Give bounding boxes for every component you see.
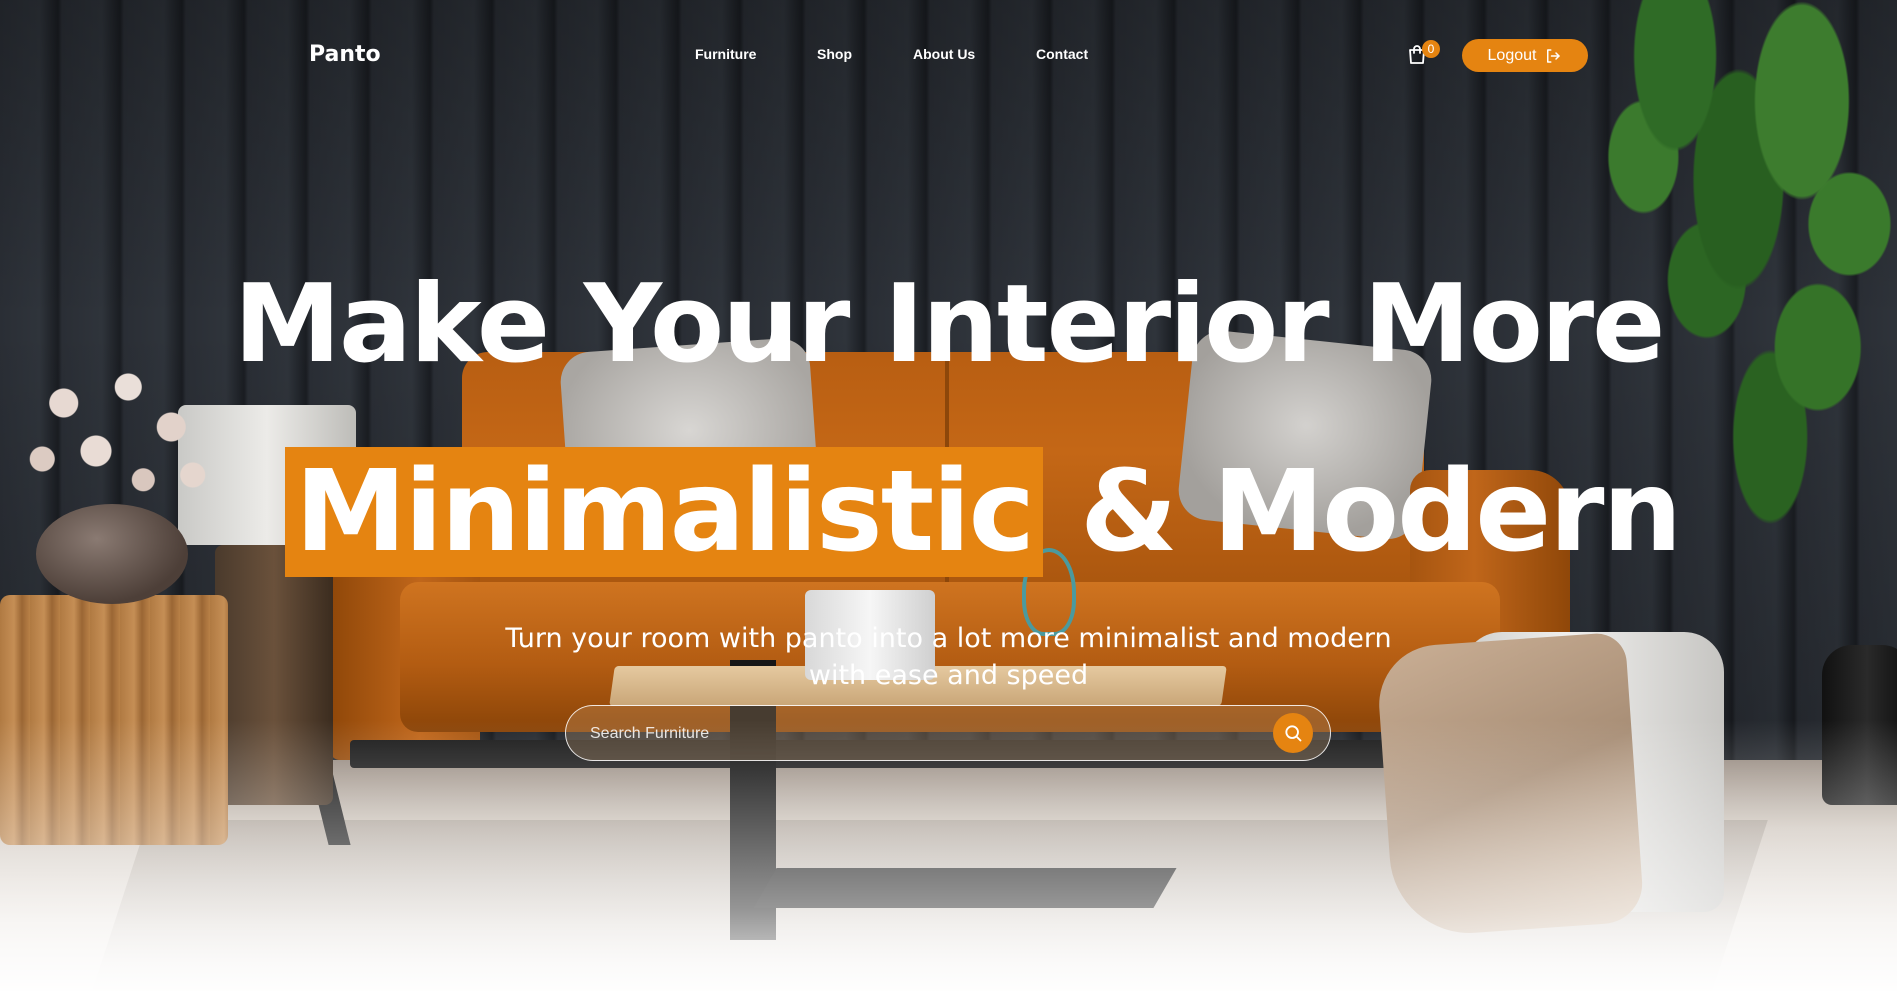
nav-link-shop[interactable]: Shop	[817, 46, 852, 62]
hero-subtitle: Turn your room with panto into a lot mor…	[0, 620, 1897, 694]
logout-label: Logout	[1487, 46, 1537, 64]
nav-link-furniture[interactable]: Furniture	[695, 46, 756, 62]
nav-link-contact[interactable]: Contact	[1036, 46, 1088, 62]
hero-subtitle-line2: with ease and speed	[808, 660, 1089, 691]
flower-pot	[36, 504, 188, 604]
search-button[interactable]	[1273, 713, 1313, 753]
search-icon	[1285, 725, 1302, 742]
logout-button[interactable]: Logout	[1462, 39, 1588, 72]
top-navbar: Panto Furniture Shop About Us Contact 0 …	[0, 0, 1897, 110]
logout-icon	[1547, 48, 1561, 63]
search-bar	[565, 705, 1331, 761]
hero-title-line1: Make Your Interior More	[233, 262, 1666, 387]
hero-subtitle-line1: Turn your room with panto into a lot mor…	[505, 623, 1392, 654]
hero-title-rest: & Modern	[1043, 447, 1682, 577]
cart-count-badge: 0	[1422, 40, 1440, 58]
nav-link-about-us[interactable]: About Us	[913, 46, 975, 62]
search-input[interactable]	[588, 706, 1232, 761]
hero-title-line2: Minimalistic & Modern	[285, 431, 1682, 593]
hero-highlight-word: Minimalistic	[285, 447, 1044, 577]
brand-logo[interactable]: Panto	[309, 42, 381, 67]
